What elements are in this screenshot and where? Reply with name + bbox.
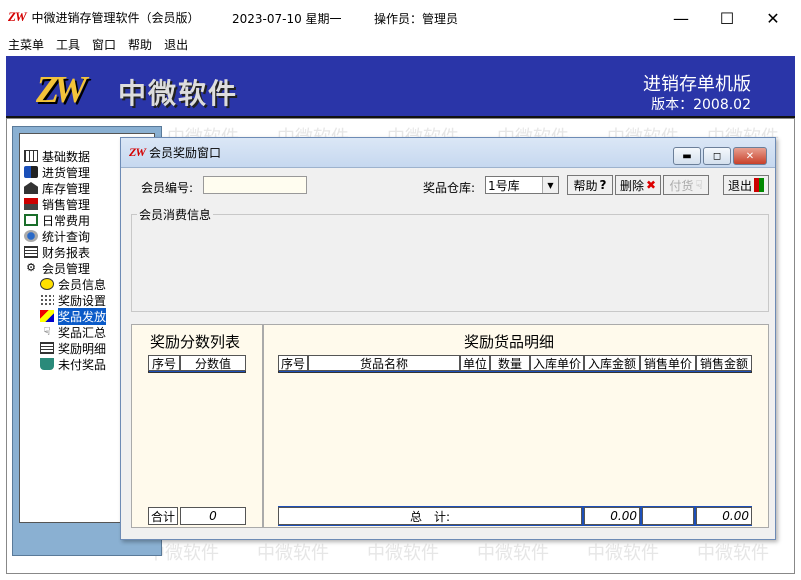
- member-no-label: 会员编号:: [141, 181, 194, 195]
- operator-label: 操作员：管理员: [374, 12, 459, 26]
- goods-col-name: 货品名称: [308, 355, 460, 371]
- member-icon: ⚙: [26, 261, 36, 274]
- smiley-icon: [40, 278, 54, 290]
- score-total-label: 合计: [148, 507, 178, 525]
- hand-icon: ☟: [695, 178, 703, 192]
- hand-icon: ☟: [43, 325, 51, 338]
- goods-col-unit: 单位: [460, 355, 490, 371]
- chevron-down-icon: ▼: [542, 177, 558, 193]
- dialog-logo-icon: ZW: [129, 145, 146, 159]
- menu-help[interactable]: 帮助: [128, 36, 152, 53]
- shapes-icon: [40, 310, 54, 322]
- member-reward-dialog: ZW 会员奖励窗口 ▬ ◻ ✕ 会员编号: 奖品仓库: 1号库 ▼ 帮助? 删除…: [120, 137, 776, 540]
- score-panel-title: 奖励分数列表: [150, 333, 241, 351]
- dots-icon: [40, 294, 54, 306]
- minimize-icon[interactable]: —: [664, 6, 698, 30]
- watermark-text: 中微软件: [477, 543, 549, 564]
- goods-col-in-price: 入库单价: [530, 355, 584, 371]
- consume-info-group: [131, 214, 769, 312]
- menu-tools[interactable]: 工具: [56, 36, 80, 53]
- window-titlebar: ZW 中微进销存管理软件（会员版） 2023-07-10 星期一 操作员：管理员…: [0, 0, 801, 34]
- maximize-icon[interactable]: ☐: [710, 6, 744, 30]
- pay-goods-button[interactable]: 付货 ☟: [663, 175, 709, 195]
- score-col-seq: 序号: [148, 355, 180, 371]
- app-logo-icon: ZW: [8, 9, 26, 24]
- banner-logo: ZW: [36, 69, 87, 111]
- goods-detail-panel: 奖励货品明细 序号 货品名称 单位 数量 入库单价 入库金额 销售单价 销售金额…: [263, 324, 769, 528]
- exit-door-icon: [754, 178, 764, 192]
- goods-col-in-amount: 入库金额: [584, 355, 640, 371]
- goods-total-in-amount: 0.00: [584, 507, 640, 525]
- current-date: 2023-07-10 星期一: [232, 12, 342, 26]
- banner-company-name: 中微软件: [118, 77, 239, 110]
- close-icon[interactable]: ✕: [756, 6, 790, 30]
- goods-total-label: 总 计:: [278, 507, 582, 525]
- watermark-text: 中微软件: [257, 543, 329, 564]
- menu-bar: 主菜单 工具 窗口 帮助 退出: [0, 34, 801, 54]
- menu-exit[interactable]: 退出: [164, 36, 188, 53]
- dialog-minimize-icon[interactable]: ▬: [673, 147, 701, 165]
- dialog-close-icon[interactable]: ✕: [733, 147, 767, 165]
- goods-col-seq: 序号: [278, 355, 308, 371]
- goods-col-sale-amount: 销售金额: [696, 355, 752, 371]
- score-total-value: 0: [180, 507, 246, 525]
- goods-col-sale-price: 销售单价: [640, 355, 696, 371]
- list-icon: [40, 342, 54, 354]
- import-icon: [24, 166, 38, 178]
- warehouse-label: 奖品仓库:: [423, 181, 476, 195]
- menu-main[interactable]: 主菜单: [8, 36, 44, 53]
- watermark-text: 中微软件: [367, 543, 439, 564]
- question-icon: ?: [599, 178, 607, 192]
- score-list-panel: 奖励分数列表 序号 分数值 合计 0: [131, 324, 263, 528]
- delete-x-icon: ✖: [645, 178, 657, 192]
- exit-button[interactable]: 退出: [723, 175, 769, 195]
- cup-icon: [40, 358, 54, 370]
- dialog-maximize-icon[interactable]: ◻: [703, 147, 731, 165]
- goods-col-qty: 数量: [490, 355, 530, 371]
- app-banner: ZW 中微软件 进销存单机版 版本：2008.02: [6, 56, 795, 118]
- dialog-title: 会员奖励窗口: [149, 146, 222, 160]
- banner-version: 版本：2008.02: [651, 97, 751, 113]
- window-title: 中微进销存管理软件（会员版）: [31, 10, 200, 25]
- goods-total-blank: [642, 507, 694, 525]
- watermark-text: 中微软件: [587, 543, 659, 564]
- goods-panel-title: 奖励货品明细: [464, 333, 555, 351]
- grid-icon: [24, 150, 38, 162]
- delete-button[interactable]: 删除 ✖: [615, 175, 661, 195]
- menu-window[interactable]: 窗口: [92, 36, 116, 53]
- expense-icon: [24, 214, 38, 226]
- banner-edition: 进销存单机版: [643, 74, 751, 95]
- member-no-input[interactable]: [203, 176, 307, 194]
- warehouse-select[interactable]: 1号库 ▼: [485, 176, 559, 194]
- warehouse-icon: [24, 182, 38, 194]
- report-icon: [24, 246, 38, 258]
- consume-info-label: 会员消费信息: [137, 206, 214, 223]
- help-button[interactable]: 帮助?: [567, 175, 613, 195]
- sales-icon: [24, 198, 38, 210]
- goods-total-sale-amount: 0.00: [696, 507, 752, 525]
- score-col-value: 分数值: [180, 355, 246, 371]
- watermark-text: 中微软件: [697, 543, 769, 564]
- stats-icon: [24, 230, 38, 242]
